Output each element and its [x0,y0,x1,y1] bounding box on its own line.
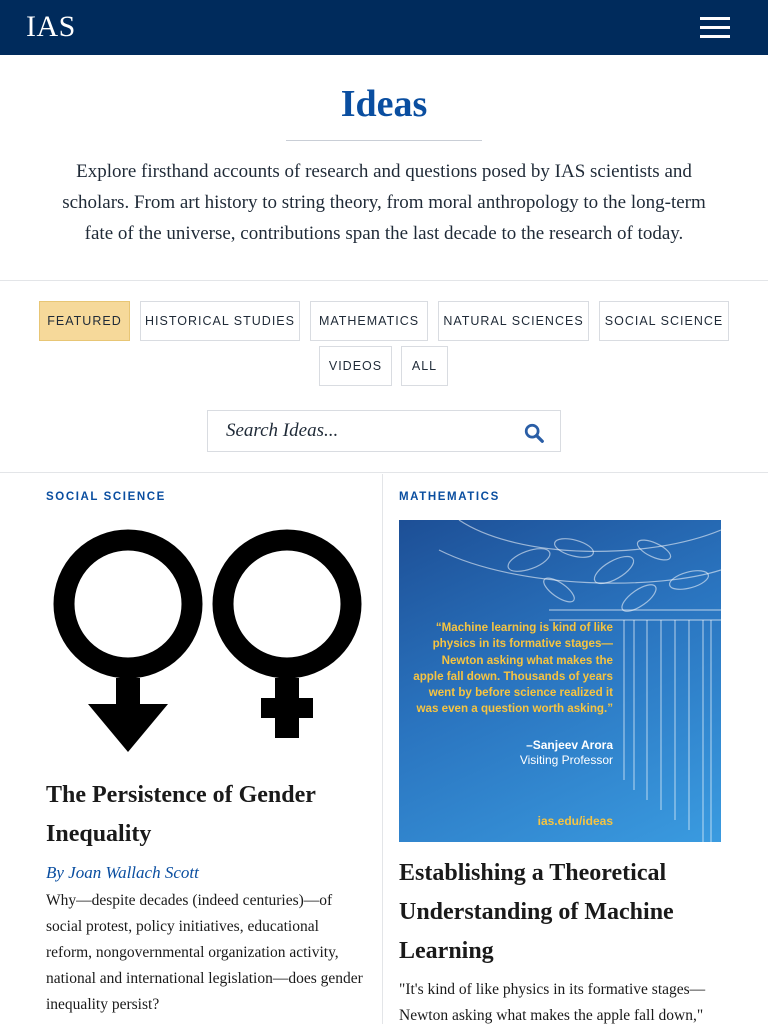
search-input[interactable] [226,417,506,445]
card-excerpt: Why—despite decades (indeed centuries)—o… [46,892,363,1013]
top-navigation-bar: IAS [0,0,768,55]
filter-videos[interactable]: VIDEOS [319,346,392,386]
search-box [207,410,561,452]
filter-all[interactable]: ALL [401,346,448,386]
title-divider [286,140,482,141]
card-excerpt: "It's kind of like physics in its format… [399,981,706,1024]
filter-featured[interactable]: FEATURED [39,301,130,341]
card-author[interactable]: By Joan Wallach Scott [46,863,199,883]
gender-symbols-icon[interactable] [46,520,368,760]
hamburger-menu-icon[interactable] [698,17,732,39]
promo-quote: “Machine learning is kind of like physic… [413,621,613,716]
card-category-social-science[interactable]: SOCIAL SCIENCE [46,491,166,503]
promo-url: ias.edu/ideas [537,814,613,828]
card-category-mathematics[interactable]: MATHEMATICS [399,491,500,503]
section-divider [0,280,768,281]
filter-mathematics[interactable]: MATHEMATICS [310,301,428,341]
filter-natural-sciences[interactable]: NATURAL SCIENCES [438,301,589,341]
card-title[interactable]: Establishing a Theoretical Understanding… [399,854,721,971]
content-divider [0,472,768,473]
search-icon[interactable] [523,422,545,444]
card-title[interactable]: The Persistence of Gender Inequality [46,776,366,854]
promo-image[interactable]: “Machine learning is kind of like physic… [399,520,721,842]
page-title: Ideas [340,83,428,125]
filter-social-science[interactable]: SOCIAL SCIENCE [599,301,729,341]
filter-historical-studies[interactable]: HISTORICAL STUDIES [140,301,300,341]
promo-attribution-role: Visiting Professor [519,753,613,767]
promo-attribution-name: –Sanjeev Arora [526,738,613,752]
page-intro: Explore firsthand accounts of research a… [62,161,706,244]
ias-logo[interactable]: IAS [26,10,76,44]
column-divider [382,474,383,1024]
